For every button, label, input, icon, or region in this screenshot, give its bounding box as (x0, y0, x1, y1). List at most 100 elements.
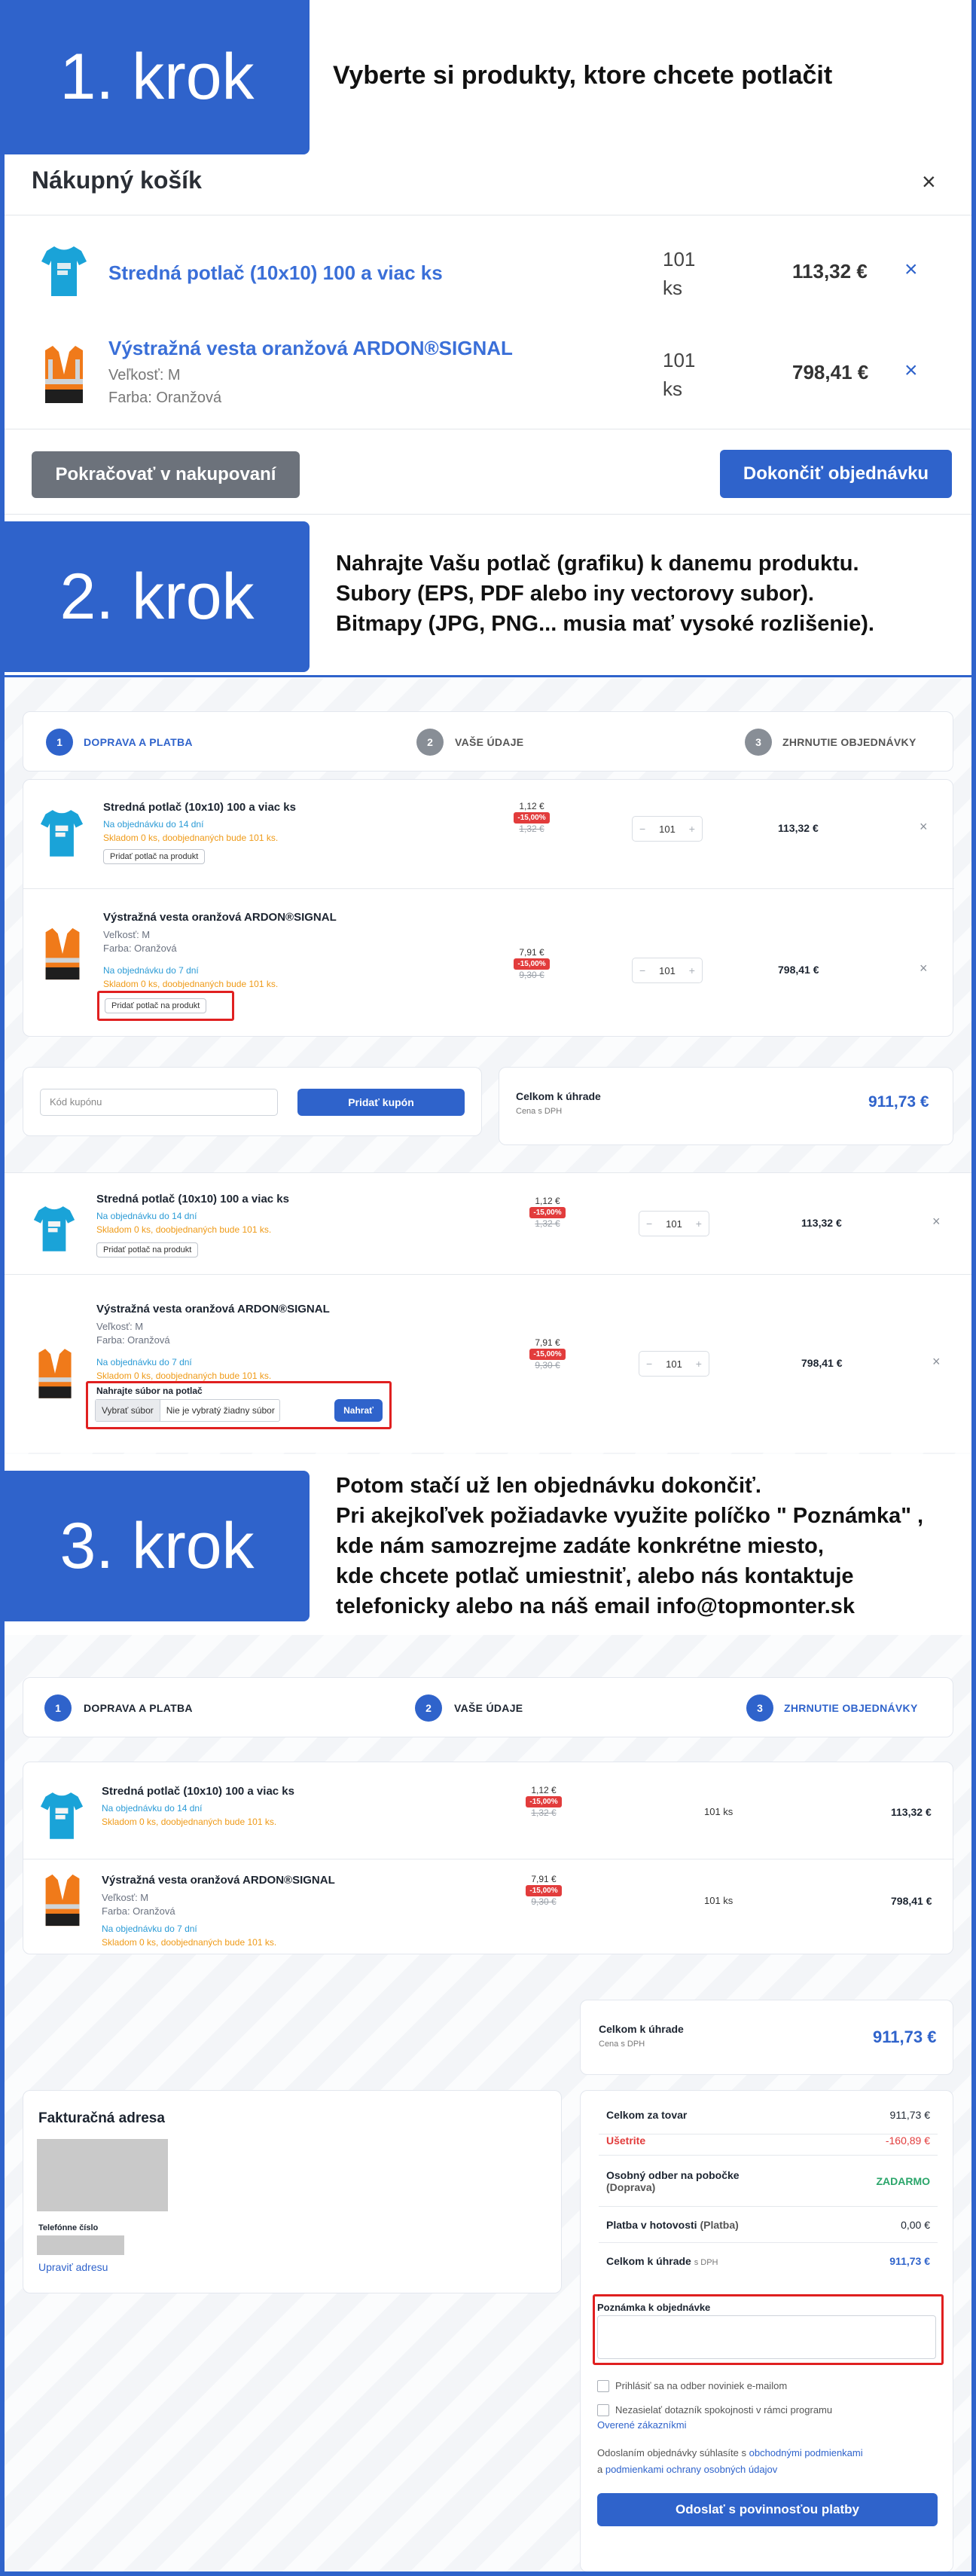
discount-badge: -15,00% (526, 1796, 562, 1807)
survey-link[interactable]: Overené zákazníkmi (597, 2419, 687, 2431)
total-value: 911,73 € (868, 1093, 929, 1111)
discount-badge: -15,00% (529, 1207, 566, 1218)
add-print-button[interactable]: Pridať potlač na produkt (103, 849, 206, 864)
privacy-link[interactable]: podmienkami ochrany osobných údajov (605, 2464, 777, 2475)
vest-thumbnail (45, 927, 80, 980)
tshirt-thumbnail (33, 1206, 75, 1251)
summary-qty: 101 ks (704, 1806, 734, 1817)
add-print-button[interactable]: Pridať potlač na produkt (96, 1242, 199, 1257)
summary-card: Celkom za tovar 911,73 € Ušetrite -160,89 … (580, 2090, 953, 2571)
order-items-upload: Stredná potlač (10x10) 100 a viac ks Na … (5, 1172, 971, 1453)
cart-item-total: 113,32 € (792, 260, 868, 283)
step-label[interactable]: VAŠE ÚDAJE (455, 736, 523, 748)
cart-item-name[interactable]: Stredná potlač (10x10) 100 a viac ks (108, 261, 443, 285)
quantity-stepper[interactable]: −101 + (639, 1351, 709, 1377)
stock-text: Skladom 0 ks, doobjednaných bude 101 ks. (96, 1371, 272, 1381)
availability-text: Na objednávku do 14 dní (103, 819, 204, 830)
step-circle: 2 (416, 729, 444, 756)
remove-item-icon[interactable]: × (920, 961, 928, 976)
step3-badge: 3. krok (5, 1471, 310, 1621)
old-price: 1,32 € (531, 1807, 557, 1818)
order-item-name[interactable]: Výstražná vesta oranžová ARDON®SIGNAL (102, 1874, 335, 1887)
survey-checkbox[interactable] (597, 2404, 609, 2416)
stock-text: Skladom 0 ks, doobjednaných bude 101 ks. (103, 979, 279, 989)
order-item-color: Farba: Oranžová (102, 1905, 175, 1917)
remove-item-icon[interactable]: × (920, 819, 928, 835)
edit-address-link[interactable]: Upraviť adresu (38, 2261, 108, 2273)
order-item-size: Veľkosť: M (102, 1892, 149, 1903)
unit-price-block: 1,12 € -15,00% 1,32 € (521, 1196, 574, 1229)
step-label[interactable]: DOPRAVA A PLATBA (84, 736, 193, 748)
step-circle: 1 (46, 729, 73, 756)
stock-text: Skladom 0 ks, doobjednaných bude 101 ks. (102, 1817, 277, 1827)
total-sub: Cena s DPH (599, 2040, 645, 2049)
step-label[interactable]: ZHRNUTIE OBJEDNÁVKY (782, 736, 917, 748)
quantity-stepper[interactable]: −101 + (632, 816, 703, 842)
order-item-total: 798,41 € (778, 964, 819, 976)
remove-item-icon[interactable]: × (904, 358, 918, 383)
checkout-stepper: 1 DOPRAVA A PLATBA 2 VAŠE ÚDAJE 3 ZHRNUT… (23, 711, 953, 772)
step-label[interactable]: ZHRNUTIE OBJEDNÁVKY (784, 1702, 918, 1714)
terms-link[interactable]: obchodnými podmienkami (749, 2447, 863, 2458)
step-label[interactable]: VAŠE ÚDAJE (454, 1702, 523, 1714)
step3-text: Potom stačí už len objednávku dokončiť. … (336, 1474, 924, 1618)
phone-label: Telefónne číslo (38, 2223, 99, 2232)
summary-row-cash: Platba v hotovosti (Platba) 0,00 € (599, 2207, 938, 2243)
old-price: 1,32 € (535, 1218, 560, 1229)
total-card: Celkom k úhrade Cena s DPH 911,73 € (499, 1067, 953, 1145)
cart-title: Nákupný košík (32, 167, 202, 194)
cart-item-qty: 101 ks (663, 248, 696, 299)
order-item-name[interactable]: Výstražná vesta oranžová ARDON®SIGNAL (96, 1303, 330, 1316)
highlight-box (97, 991, 234, 1021)
remove-item-icon[interactable]: × (932, 1214, 941, 1230)
highlight-box (86, 1381, 392, 1429)
total-card: Celkom k úhrade Cena s DPH 911,73 € (580, 2000, 953, 2075)
discount-badge: -15,00% (526, 1885, 562, 1896)
highlight-box (593, 2294, 944, 2365)
order-item-name[interactable]: Výstražná vesta oranžová ARDON®SIGNAL (103, 911, 337, 924)
total-value: 911,73 € (873, 2027, 937, 2046)
total-label: Celkom k úhrade (516, 1090, 601, 1102)
summary-row-total: Celkom k úhrade s DPH 911,73 € (606, 2255, 930, 2267)
unit-price-block: 7,91 € -15,00% 9,30 € (505, 947, 558, 980)
continue-shopping-button[interactable]: Pokračovať v nakupovaní (32, 451, 300, 498)
quantity-stepper[interactable]: −101 + (639, 1211, 709, 1236)
old-price: 1,32 € (519, 824, 544, 834)
order-item-total: 113,32 € (801, 1217, 842, 1229)
step-label[interactable]: DOPRAVA A PLATBA (84, 1702, 193, 1714)
remove-item-icon[interactable]: × (904, 257, 918, 283)
step1-label: 1. krok (59, 41, 255, 113)
coupon-input[interactable]: Kód kupónu (40, 1089, 278, 1116)
order-item-total: 113,32 € (891, 1806, 932, 1818)
vest-thumbnail (45, 1874, 80, 1927)
availability-text: Na objednávku do 7 dní (103, 965, 199, 976)
remove-item-icon[interactable]: × (932, 1354, 941, 1370)
summary-qty: 101 ks (704, 1895, 734, 1906)
redacted-address (37, 2139, 168, 2211)
billing-card: Fakturačná adresa Telefónne číslo Upravi… (23, 2090, 562, 2293)
add-coupon-button[interactable]: Pridať kupón (297, 1089, 465, 1116)
unit-price-block: 7,91 € -15,00% 9,30 € (521, 1337, 574, 1371)
order-item-size: Veľkosť: M (103, 929, 151, 940)
checkout-button[interactable]: Dokončiť objednávku (720, 450, 952, 498)
order-item-name[interactable]: Stredná potlač (10x10) 100 a viac ks (96, 1193, 289, 1205)
discount-badge: -15,00% (514, 812, 550, 824)
summary-row-pickup: Osobný odber na pobočke (Doprava) ZADARMO (599, 2156, 938, 2207)
step2-badge: 2. krok (5, 521, 310, 672)
order-item-name[interactable]: Stredná potlač (10x10) 100 a viac ks (102, 1785, 294, 1798)
old-price: 9,30 € (519, 970, 544, 980)
step2-label: 2. krok (59, 560, 255, 633)
cart-modal: Nákupný košík × Stredná potlač (10x10) 1… (5, 154, 971, 515)
order-item-color: Farba: Oranžová (96, 1334, 170, 1346)
order-item-name[interactable]: Stredná potlač (10x10) 100 a viac ks (103, 801, 296, 814)
cart-item-name[interactable]: Výstražná vesta oranžová ARDON®SIGNAL (108, 337, 513, 360)
close-icon[interactable]: × (922, 168, 936, 196)
order-item-color: Farba: Oranžová (103, 943, 177, 954)
billing-title: Fakturačná adresa (38, 2110, 165, 2126)
newsletter-checkbox[interactable] (597, 2380, 609, 2392)
submit-order-button[interactable]: Odoslať s povinnosťou platby (597, 2493, 938, 2526)
vest-thumbnail (38, 1349, 72, 1398)
step3-label: 3. krok (59, 1509, 255, 1582)
discount-badge: -15,00% (514, 958, 550, 970)
quantity-stepper[interactable]: −101 + (632, 958, 703, 983)
